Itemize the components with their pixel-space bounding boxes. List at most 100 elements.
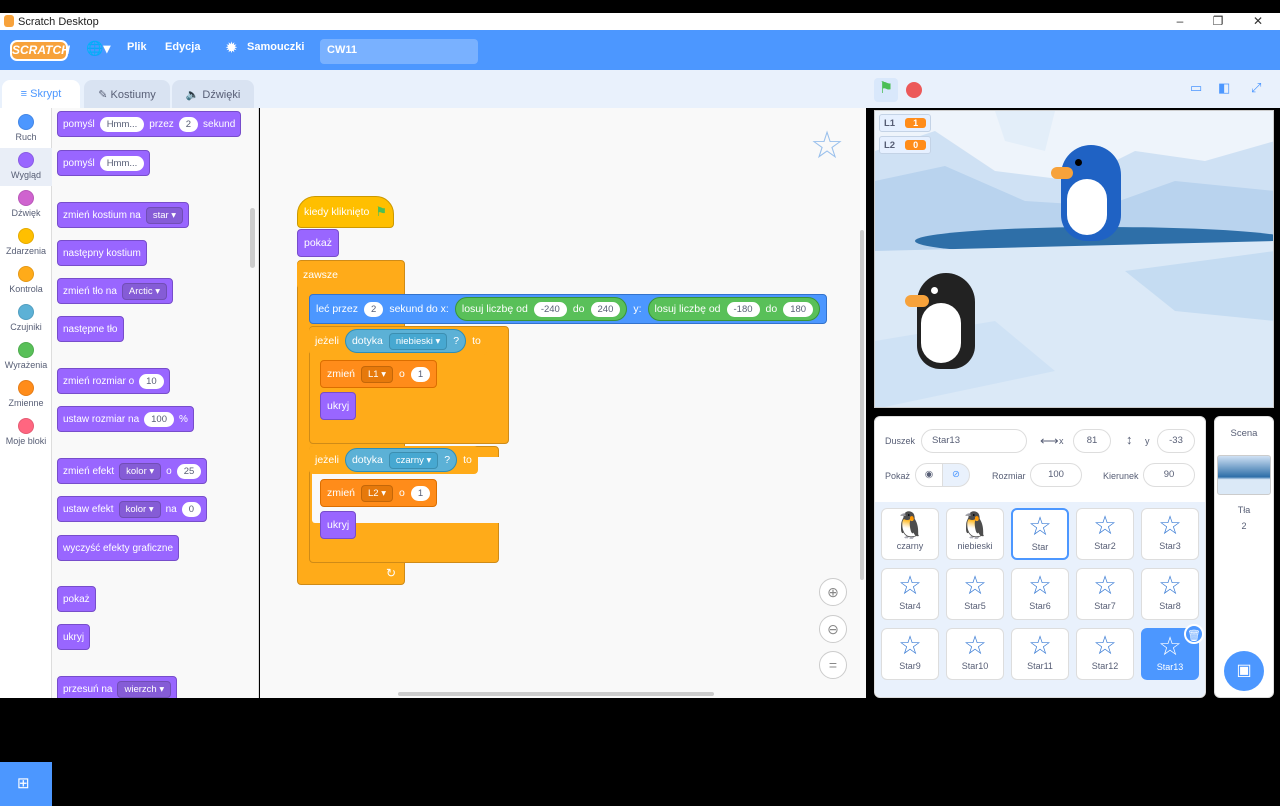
random-x-block[interactable]: losuj liczbę od -240 do 240	[454, 297, 628, 321]
costume-dropdown[interactable]: star ▾	[145, 206, 184, 224]
block-show[interactable]: pokaż	[57, 586, 96, 612]
change-size-input[interactable]: 10	[139, 373, 164, 389]
if1-header[interactable]: jeżeli dotyka niebieski ▾? to	[309, 327, 487, 355]
penguin-black-sprite[interactable]	[905, 273, 985, 373]
think-input[interactable]: Hmm...	[99, 155, 145, 171]
show-hidden-button[interactable]: ⊘	[942, 463, 970, 487]
change-l1-block[interactable]: zmień L1 ▾ o 1	[320, 360, 438, 388]
sprite-name-input[interactable]: Star13	[921, 429, 1027, 453]
minimize-button[interactable]: –	[1160, 13, 1200, 30]
var-l2-dropdown[interactable]: L2 ▾	[361, 484, 394, 502]
monitor-l2[interactable]: L2 0	[879, 136, 932, 154]
block-hide[interactable]: ukryj	[57, 624, 91, 650]
block-set-effect[interactable]: ustaw efekt kolor ▾ na 0	[57, 496, 208, 522]
change-l1-input[interactable]: 1	[410, 366, 431, 382]
think-message-input[interactable]: Hmm...	[99, 116, 145, 132]
set-size-input[interactable]: 100	[144, 411, 174, 427]
change-effect-input[interactable]: 25	[176, 463, 202, 479]
lightbulb-icon[interactable]: ✹	[226, 40, 237, 56]
hide-block-1[interactable]: ukryj	[320, 392, 357, 420]
block-change-effect[interactable]: zmień efekt kolor ▾ o 25	[57, 458, 208, 484]
y-to-input[interactable]: 180	[783, 301, 814, 317]
block-clear-effects[interactable]: wyczyść efekty graficzne	[57, 535, 180, 561]
delete-sprite-button[interactable]: 🗑	[1184, 624, 1204, 644]
block-think[interactable]: pomyśl Hmm...	[57, 150, 151, 176]
glide-secs-input[interactable]: 2	[364, 301, 384, 317]
sprite-tile[interactable]: ☆ Star12	[1076, 628, 1134, 680]
category-looks[interactable]: Wygląd	[0, 148, 52, 186]
x-from-input[interactable]: -240	[533, 301, 567, 317]
block-next-backdrop[interactable]: następne tło	[57, 316, 124, 342]
y-input[interactable]: -33	[1157, 429, 1195, 453]
sprite-tile[interactable]: ☆ Star3	[1141, 508, 1199, 560]
set-effect-dropdown[interactable]: kolor ▾	[118, 500, 161, 518]
workspace-vscrollbar[interactable]	[860, 230, 864, 580]
block-change-size[interactable]: zmień rozmiar o 10	[57, 368, 170, 394]
effect-dropdown[interactable]: kolor ▾	[119, 462, 162, 480]
close-button[interactable]: ✕	[1238, 13, 1278, 30]
menu-tutorials[interactable]: Samouczki	[247, 41, 304, 53]
tab-costumes[interactable]: ✎ Kostiumy	[84, 80, 170, 108]
penguin-blue-sprite[interactable]	[1051, 145, 1125, 245]
category-control[interactable]: Kontrola	[0, 266, 52, 294]
monitor-l1[interactable]: L1 1	[879, 114, 932, 132]
backdrop-thumbnail[interactable]	[1217, 455, 1271, 495]
x-input[interactable]: 81	[1073, 429, 1111, 453]
category-events[interactable]: Zdarzenia	[0, 228, 52, 256]
tab-sounds[interactable]: 🔈 Dźwięki	[172, 80, 254, 108]
maximize-button[interactable]: ❐	[1198, 13, 1238, 30]
sprite-tile[interactable]: ☆ Star6	[1011, 568, 1069, 620]
touch-target2-dropdown[interactable]: czarny ▾	[388, 451, 439, 469]
category-variables[interactable]: Zmienne	[0, 380, 52, 408]
language-globe-icon[interactable]: 🌐▾	[86, 40, 110, 57]
block-next-costume[interactable]: następny kostium	[57, 240, 147, 266]
block-go-to-layer[interactable]: przesuń na wierzch ▾	[57, 676, 178, 698]
touching-blue-block[interactable]: dotyka niebieski ▾?	[344, 329, 467, 353]
glide-block[interactable]: leć przez 2 sekund do x: losuj liczbę od -2…	[309, 294, 828, 324]
touching-black-block[interactable]: dotyka czarny ▾?	[344, 448, 458, 472]
sprite-tile[interactable]: ☆ Star	[1011, 508, 1069, 560]
y-from-input[interactable]: -180	[726, 301, 760, 317]
palette-scrollbar[interactable]	[250, 208, 255, 268]
sprite-tile[interactable]: ☆ Star7	[1076, 568, 1134, 620]
tab-code[interactable]: ≡ Skrypt	[2, 80, 80, 108]
if2-header[interactable]: jeżeli dotyka czarny ▾? to	[309, 446, 478, 474]
scratch-logo[interactable]: SCRATCH	[10, 40, 70, 61]
change-l2-input[interactable]: 1	[410, 485, 431, 501]
project-title-input[interactable]: CW11	[320, 39, 478, 64]
script-workspace[interactable]: ☆ kiedy kliknięto ⚑ pokaż zawsze leć prze…	[260, 108, 866, 698]
sprite-tile[interactable]: ☆ Star2	[1076, 508, 1134, 560]
category-motion[interactable]: Ruch	[0, 114, 52, 142]
normal-stage-icon[interactable]: ◧	[1218, 80, 1230, 96]
zoom-out-button[interactable]: ⊖	[819, 615, 847, 643]
var-l1-dropdown[interactable]: L1 ▾	[361, 365, 394, 383]
sprite-tile[interactable]: ☆ Star5	[946, 568, 1004, 620]
small-stage-icon[interactable]: ▭	[1190, 80, 1202, 96]
x-to-input[interactable]: 240	[590, 301, 621, 317]
think-secs-input[interactable]: 2	[178, 116, 199, 132]
category-my-blocks[interactable]: Moje bloki	[0, 418, 52, 446]
stop-button[interactable]	[906, 82, 922, 98]
category-operators[interactable]: Wyrażenia	[0, 342, 52, 370]
stage-canvas[interactable]: L1 1 L2 0	[874, 110, 1274, 408]
category-sound[interactable]: Dźwięk	[0, 190, 52, 218]
block-switch-costume[interactable]: zmień kostium na star ▾	[57, 202, 190, 228]
sprite-tile[interactable]: ☆ Star9	[881, 628, 939, 680]
choose-backdrop-button[interactable]: ▣	[1224, 651, 1264, 691]
change-l2-block[interactable]: zmień L2 ▾ o 1	[320, 479, 438, 507]
touch-target-dropdown[interactable]: niebieski ▾	[388, 332, 448, 350]
menu-edit[interactable]: Edycja	[165, 41, 200, 53]
show-block[interactable]: pokaż	[297, 229, 340, 257]
layer-dropdown[interactable]: wierzch ▾	[117, 680, 172, 698]
sprite-tile[interactable]: 🐧 niebieski	[946, 508, 1004, 560]
random-y-block[interactable]: losuj liczbę od -180 do 180	[647, 297, 821, 321]
set-effect-input[interactable]: 0	[181, 501, 202, 517]
hide-block-2[interactable]: ukryj	[320, 511, 357, 539]
direction-input[interactable]: 90	[1143, 463, 1195, 487]
size-input[interactable]: 100	[1030, 463, 1082, 487]
sprite-tile[interactable]: ☆ Star4	[881, 568, 939, 620]
show-visible-button[interactable]: ◉	[915, 463, 943, 487]
backdrop-dropdown[interactable]: Arctic ▾	[121, 282, 168, 300]
workspace-hscrollbar[interactable]	[398, 692, 714, 696]
sprite-tile[interactable]: ☆ Star11	[1011, 628, 1069, 680]
